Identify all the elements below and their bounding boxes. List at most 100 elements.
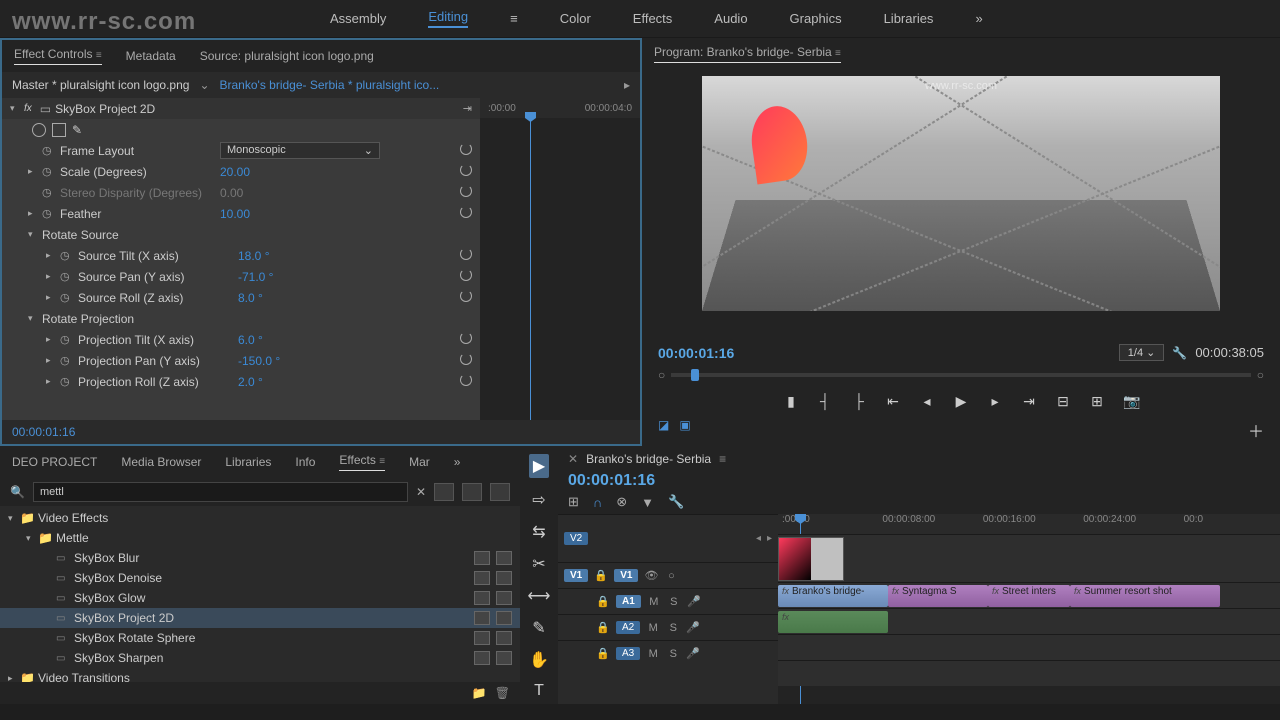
lock-icon[interactable]: 🔒 [596,621,610,634]
effect-playhead[interactable] [530,116,531,420]
v2-clip[interactable] [778,537,844,581]
twisty-icon[interactable]: ▸ [46,376,60,387]
prop-value[interactable]: 20.00 [220,165,250,179]
program-scrub-bar[interactable]: ○ ○ [642,365,1280,385]
tree-row[interactable]: ▾📁Video Effects [0,508,520,528]
tree-row[interactable]: ▭SkyBox Rotate Sphere [0,628,520,648]
add-button-icon[interactable]: ＋ [1248,418,1264,442]
reset-icon[interactable] [460,269,472,284]
timeline-tracks-area[interactable]: :00:00 00:00:08:00 00:00:16:00 00:00:24:… [778,514,1280,704]
video-clip[interactable]: fxSyntagma S [888,585,988,607]
ws-libraries[interactable]: Libraries [884,11,934,26]
voiceover-icon[interactable]: 🎤 [686,621,700,634]
lock-icon[interactable]: 🔒 [596,595,610,608]
audio-clip[interactable]: fx [778,611,888,633]
video-clip[interactable]: fxStreet inters [988,585,1070,607]
stopwatch-icon[interactable]: ◷ [42,186,56,199]
twisty-icon[interactable]: ▸ [46,250,60,261]
tree-row[interactable]: ▭SkyBox Blur [0,548,520,568]
lock-icon[interactable]: 🔒 [594,569,608,582]
tab-menu-icon[interactable]: ≡ [96,50,102,61]
solo-icon[interactable]: S [666,648,680,660]
twisty-icon[interactable]: ▸ [28,166,42,177]
track-header-v1[interactable]: V1 🔒 V1 👁 ○ [558,562,778,588]
mark-clip-icon[interactable]: ├ [851,393,867,410]
v1-target-tag[interactable]: V1 [614,569,638,582]
stopwatch-icon[interactable]: ◷ [60,333,74,346]
safe-margins-icon[interactable]: ▣ [679,418,690,442]
stopwatch-icon[interactable]: ◷ [42,165,56,178]
seq-menu-icon[interactable]: ≡ [719,452,726,466]
toggle-output-icon[interactable]: 👁 [644,569,658,582]
track-header-v2[interactable]: V2 ◂ ▸ [558,514,778,562]
stopwatch-icon[interactable]: ◷ [42,144,56,157]
effect-time-display[interactable]: 00:00:01:16 [12,425,75,439]
audio-target-tag[interactable]: A1 [616,595,641,608]
program-menu-icon[interactable]: ≡ [835,48,841,59]
pen-tool-icon[interactable]: ✎ [532,618,545,638]
v1-source-tag[interactable]: V1 [564,569,588,582]
track-header-a3[interactable]: 🔒A3MS🎤 [558,640,778,666]
reset-icon[interactable] [460,185,472,200]
reset-icon[interactable] [460,353,472,368]
master-clip-label[interactable]: Master * pluralsight icon logo.png [12,78,189,92]
twisty-icon[interactable]: ▾ [26,533,38,544]
mark-out-icon[interactable]: ┤ [817,393,833,410]
timeline-time-display[interactable]: 00:00:01:16 [568,472,655,490]
extract-icon[interactable]: ⊞ [1089,393,1105,410]
yuv-filter-icon[interactable] [490,483,510,501]
snap-icon[interactable]: ∩ [593,495,602,510]
tab-metadata[interactable]: Metadata [126,49,176,63]
scrub-end-icon[interactable]: ○ [1257,368,1264,382]
twisty-icon[interactable]: ▸ [46,334,60,345]
stopwatch-icon[interactable]: ◷ [60,354,74,367]
chevron-right-icon[interactable]: ▸ [624,78,630,92]
stopwatch-icon[interactable]: ◷ [42,207,56,220]
tab-source[interactable]: Source: pluralsight icon logo.png [200,49,374,63]
mute-icon[interactable]: M [646,622,660,634]
marker-icon[interactable]: ▼ [641,495,654,510]
stopwatch-icon[interactable]: ◷ [60,249,74,262]
prop-value[interactable]: -150.0 ° [238,354,280,368]
go-in-icon[interactable]: ⇤ [885,393,901,410]
tab-overflow-icon[interactable]: » [454,455,461,469]
stopwatch-icon[interactable]: ◷ [60,291,74,304]
lock-icon[interactable]: 🔒 [596,647,610,660]
overlay-logo[interactable] [747,103,812,185]
twisty-icon[interactable]: ▾ [8,513,20,524]
solo-icon[interactable]: S [666,622,680,634]
program-video-frame[interactable]: www.rr-sc.com [702,76,1220,311]
v2-nav-right[interactable]: ▸ [767,533,772,544]
ws-effects[interactable]: Effects [633,11,673,26]
tree-row[interactable]: ▭SkyBox Glow [0,588,520,608]
lift-icon[interactable]: ⊟ [1055,393,1071,410]
ws-assembly[interactable]: Assembly [330,11,386,26]
ellipse-mask-icon[interactable] [32,123,46,137]
track-header-a1[interactable]: 🔒A1MS🎤 [558,588,778,614]
track-a3[interactable] [778,660,1280,686]
v2-nav-left[interactable]: ◂ [756,533,761,544]
reset-icon[interactable] [460,248,472,263]
chevron-down-icon[interactable]: ⌄ [199,78,209,92]
track-v1[interactable]: fxBranko's bridge-fxSyntagma SfxStreet i… [778,582,1280,608]
audio-target-tag[interactable]: A2 [616,621,640,634]
prop-value[interactable]: 6.0 ° [238,333,263,347]
v2-source-tag[interactable]: V2 [564,532,588,545]
step-forward-icon[interactable]: ▸ [987,393,1003,410]
track-select-tool-icon[interactable]: ⇨ [532,490,545,510]
mute-icon[interactable]: M [646,648,660,660]
ws-editing-menu-icon[interactable]: ≡ [510,11,518,26]
pin-icon[interactable]: ⇥ [463,102,472,115]
mute-icon[interactable]: M [647,596,661,608]
clear-search-icon[interactable]: ✕ [416,485,426,499]
step-back-icon[interactable]: ◂ [919,393,935,410]
tab-media-browser[interactable]: Media Browser [121,455,201,469]
tab-effect-controls[interactable]: Effect Controls ≡ [14,47,102,65]
audio-target-tag[interactable]: A3 [616,647,640,660]
trash-icon[interactable]: 🗑 [495,686,510,700]
go-out-icon[interactable]: ⇥ [1021,393,1037,410]
twisty-icon[interactable]: ▾ [10,103,24,114]
tree-row[interactable]: ▸📁Video Transitions [0,668,520,682]
play-icon[interactable]: ▶ [953,393,969,410]
scrub-playhead[interactable] [691,369,699,381]
